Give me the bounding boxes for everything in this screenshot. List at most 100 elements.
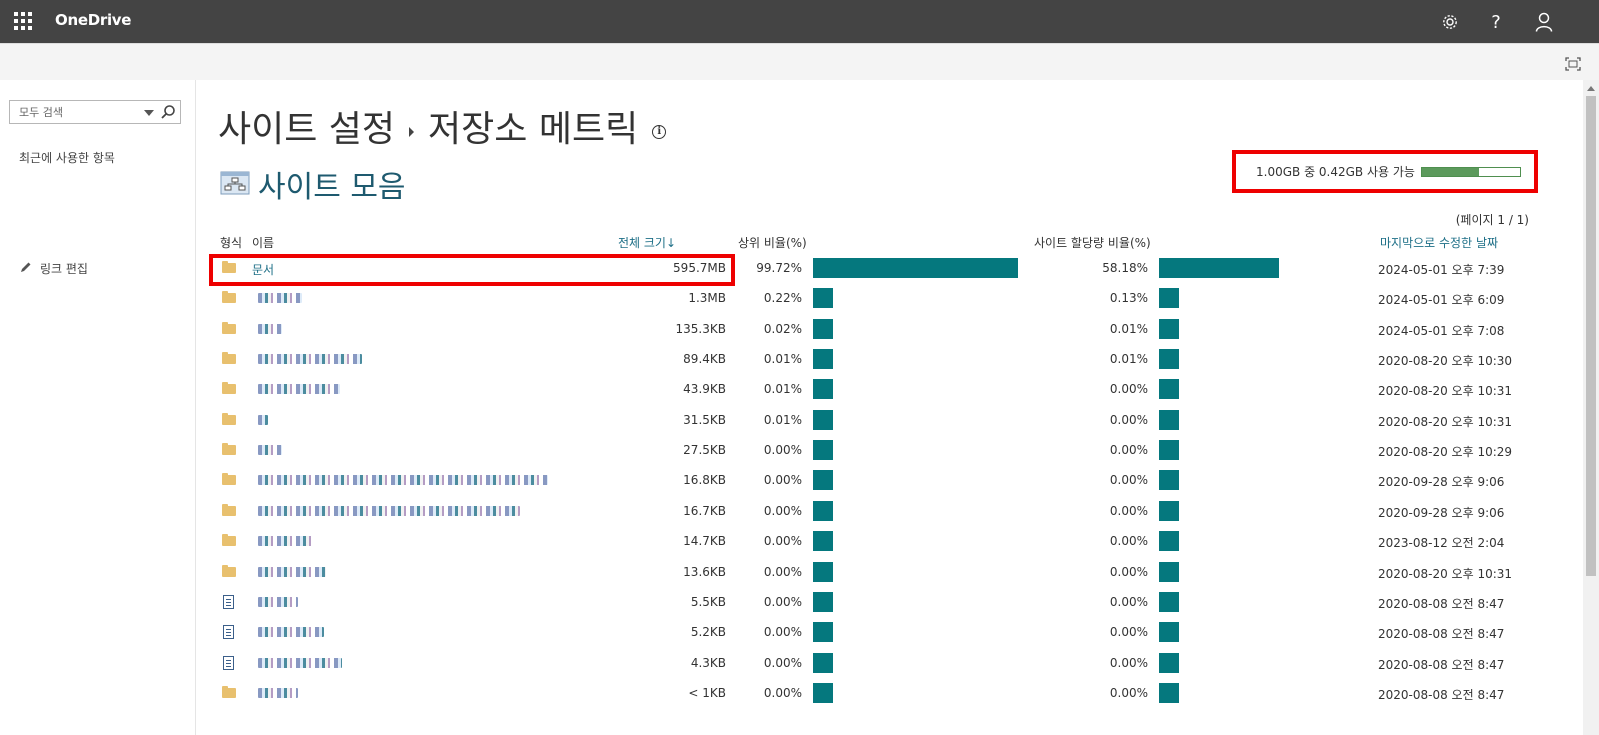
row-modified-date: 2023-08-12 오전 2:04 (1378, 536, 1505, 551)
vertical-scrollbar[interactable] (1583, 80, 1599, 735)
app-launcher-icon[interactable] (14, 12, 32, 30)
row-site-pct: 0.01% (1109, 352, 1148, 367)
site-pct-bar (1159, 622, 1179, 643)
question-icon[interactable]: ? (1482, 8, 1510, 36)
folder-icon (222, 534, 236, 547)
row-site-pct: 0.00% (1109, 473, 1148, 488)
row-size: < 1KB (688, 685, 726, 700)
row-parent-pct: 0.00% (763, 443, 802, 458)
focus-mode-icon[interactable] (1565, 56, 1581, 71)
parent-pct-bar (813, 591, 833, 612)
row-modified-date: 2024-05-01 오후 7:39 (1378, 263, 1505, 277)
site-pct-bar (1159, 682, 1179, 703)
gear-icon[interactable] (1436, 8, 1464, 36)
search-icon[interactable] (160, 104, 176, 120)
site-pct-bar (1159, 561, 1179, 582)
parent-pct-bar (813, 349, 833, 370)
row-parent-pct: 0.01% (763, 382, 802, 397)
row-size: 4.3KB (690, 655, 726, 670)
table-row: 43.9KB 0.01% 0.00% 2020-08-20 오후 10:31 (196, 374, 1536, 404)
app-title[interactable]: OneDrive (55, 11, 131, 29)
redacted-name[interactable] (258, 293, 302, 304)
search-scope-dropdown-icon[interactable] (144, 110, 154, 116)
top-bar: OneDrive ? (0, 0, 1599, 43)
row-modified-date: 2020-09-28 오후 9:06 (1378, 475, 1505, 490)
row-parent-pct: 0.00% (763, 685, 802, 700)
redacted-name[interactable] (258, 687, 298, 698)
table-row: 4.3KB 0.00% 0.00% 2020-08-08 오전 8:47 (196, 648, 1536, 678)
column-header-site-pct: 사이트 할당량 비율(%) (1034, 236, 1151, 250)
row-parent-pct: 0.00% (763, 564, 802, 579)
redacted-name[interactable] (258, 354, 362, 365)
quota-bar-fill (1421, 167, 1479, 176)
redacted-name[interactable] (258, 323, 282, 334)
row-site-pct: 0.00% (1109, 382, 1148, 397)
row-size: 5.2KB (690, 625, 726, 640)
row-modified-date: 2024-05-01 오후 7:08 (1378, 323, 1505, 338)
document-icon (223, 625, 234, 640)
site-pct-bar (1159, 318, 1179, 339)
row-parent-pct: 0.02% (763, 321, 802, 336)
row-site-pct: 0.00% (1109, 655, 1148, 670)
search-input[interactable] (10, 101, 130, 124)
row-size: 16.8KB (683, 473, 726, 488)
site-pct-bar (1159, 500, 1179, 521)
search-box (9, 100, 181, 124)
table-row: 5.2KB 0.00% 0.00% 2020-08-08 오전 8:47 (196, 617, 1536, 647)
pager: (페이지 1 / 1) (1455, 213, 1529, 227)
column-header-name: 이름 (252, 236, 275, 250)
table-row: 135.3KB 0.02% 0.01% 2024-05-01 오후 7:08 (196, 314, 1536, 344)
person-icon[interactable] (1530, 8, 1558, 36)
redacted-name[interactable] (258, 657, 342, 668)
section-title-label: 사이트 모음 (258, 170, 406, 205)
edit-links-label: 링크 편집 (40, 262, 88, 276)
column-header-modified[interactable]: 마지막으로 수정한 날짜 (1380, 234, 1498, 251)
table-row: < 1KB 0.00% 0.00% 2020-08-08 오전 8:47 (196, 678, 1536, 708)
breadcrumb-storage-metrics: 저장소 메트릭 (428, 109, 639, 150)
table-row: 16.7KB 0.00% 0.00% 2020-09-28 오후 9:06 (196, 496, 1536, 526)
row-parent-pct: 0.01% (763, 352, 802, 367)
document-icon (223, 594, 234, 609)
row-size: 1.3MB (688, 291, 726, 306)
row-site-pct: 0.00% (1109, 564, 1148, 579)
redacted-name[interactable] (258, 475, 548, 486)
redacted-name[interactable] (258, 596, 298, 607)
redacted-name[interactable] (258, 536, 312, 547)
folder-icon (222, 564, 236, 577)
page-title: 사이트 설정 저장소 메트릭 i (218, 100, 667, 152)
breadcrumb-site-settings[interactable]: 사이트 설정 (218, 100, 395, 152)
site-pct-bar (1159, 470, 1179, 491)
folder-icon (222, 291, 236, 304)
parent-pct-bar (813, 652, 833, 673)
redacted-name[interactable] (258, 445, 282, 456)
row-size: 14.7KB (683, 534, 726, 549)
row-modified-date: 2020-08-20 오후 10:31 (1378, 566, 1513, 581)
redacted-name[interactable] (258, 505, 520, 516)
row-parent-pct: 0.00% (763, 625, 802, 640)
table-row: 5.5KB 0.00% 0.00% 2020-08-08 오전 8:47 (196, 587, 1536, 617)
scroll-up-icon[interactable] (1587, 86, 1595, 91)
scroll-thumb[interactable] (1586, 96, 1596, 576)
redacted-name[interactable] (258, 414, 268, 425)
row-parent-pct: 0.00% (763, 594, 802, 609)
row-modified-date: 2020-08-20 오후 10:31 (1378, 414, 1513, 429)
column-header-size[interactable]: 전체 크기↓ (618, 234, 676, 251)
redacted-name[interactable] (258, 566, 326, 577)
row-size: 27.5KB (683, 443, 726, 458)
nav-recent-items[interactable]: 최근에 사용한 항목 (19, 149, 115, 166)
table-row: 13.6KB 0.00% 0.00% 2020-08-20 오후 10:31 (196, 557, 1536, 587)
redacted-name[interactable] (258, 384, 340, 395)
parent-pct-bar (813, 682, 833, 703)
row-modified-date: 2020-09-28 오후 9:06 (1378, 505, 1505, 520)
redacted-name[interactable] (258, 627, 324, 638)
edit-links-button[interactable]: 링크 편집 (20, 260, 88, 277)
row-site-pct: 58.18% (1102, 261, 1148, 275)
folder-icon (222, 321, 236, 334)
parent-pct-bar (813, 622, 833, 643)
parent-pct-bar (813, 531, 833, 552)
section-title: 사이트 모음 (220, 162, 406, 206)
table-row: 1.3MB 0.22% 0.13% 2024-05-01 오후 6:09 (196, 283, 1536, 313)
highlight-box (209, 254, 735, 286)
info-icon[interactable]: i (652, 125, 667, 139)
parent-pct-bar (813, 318, 833, 339)
